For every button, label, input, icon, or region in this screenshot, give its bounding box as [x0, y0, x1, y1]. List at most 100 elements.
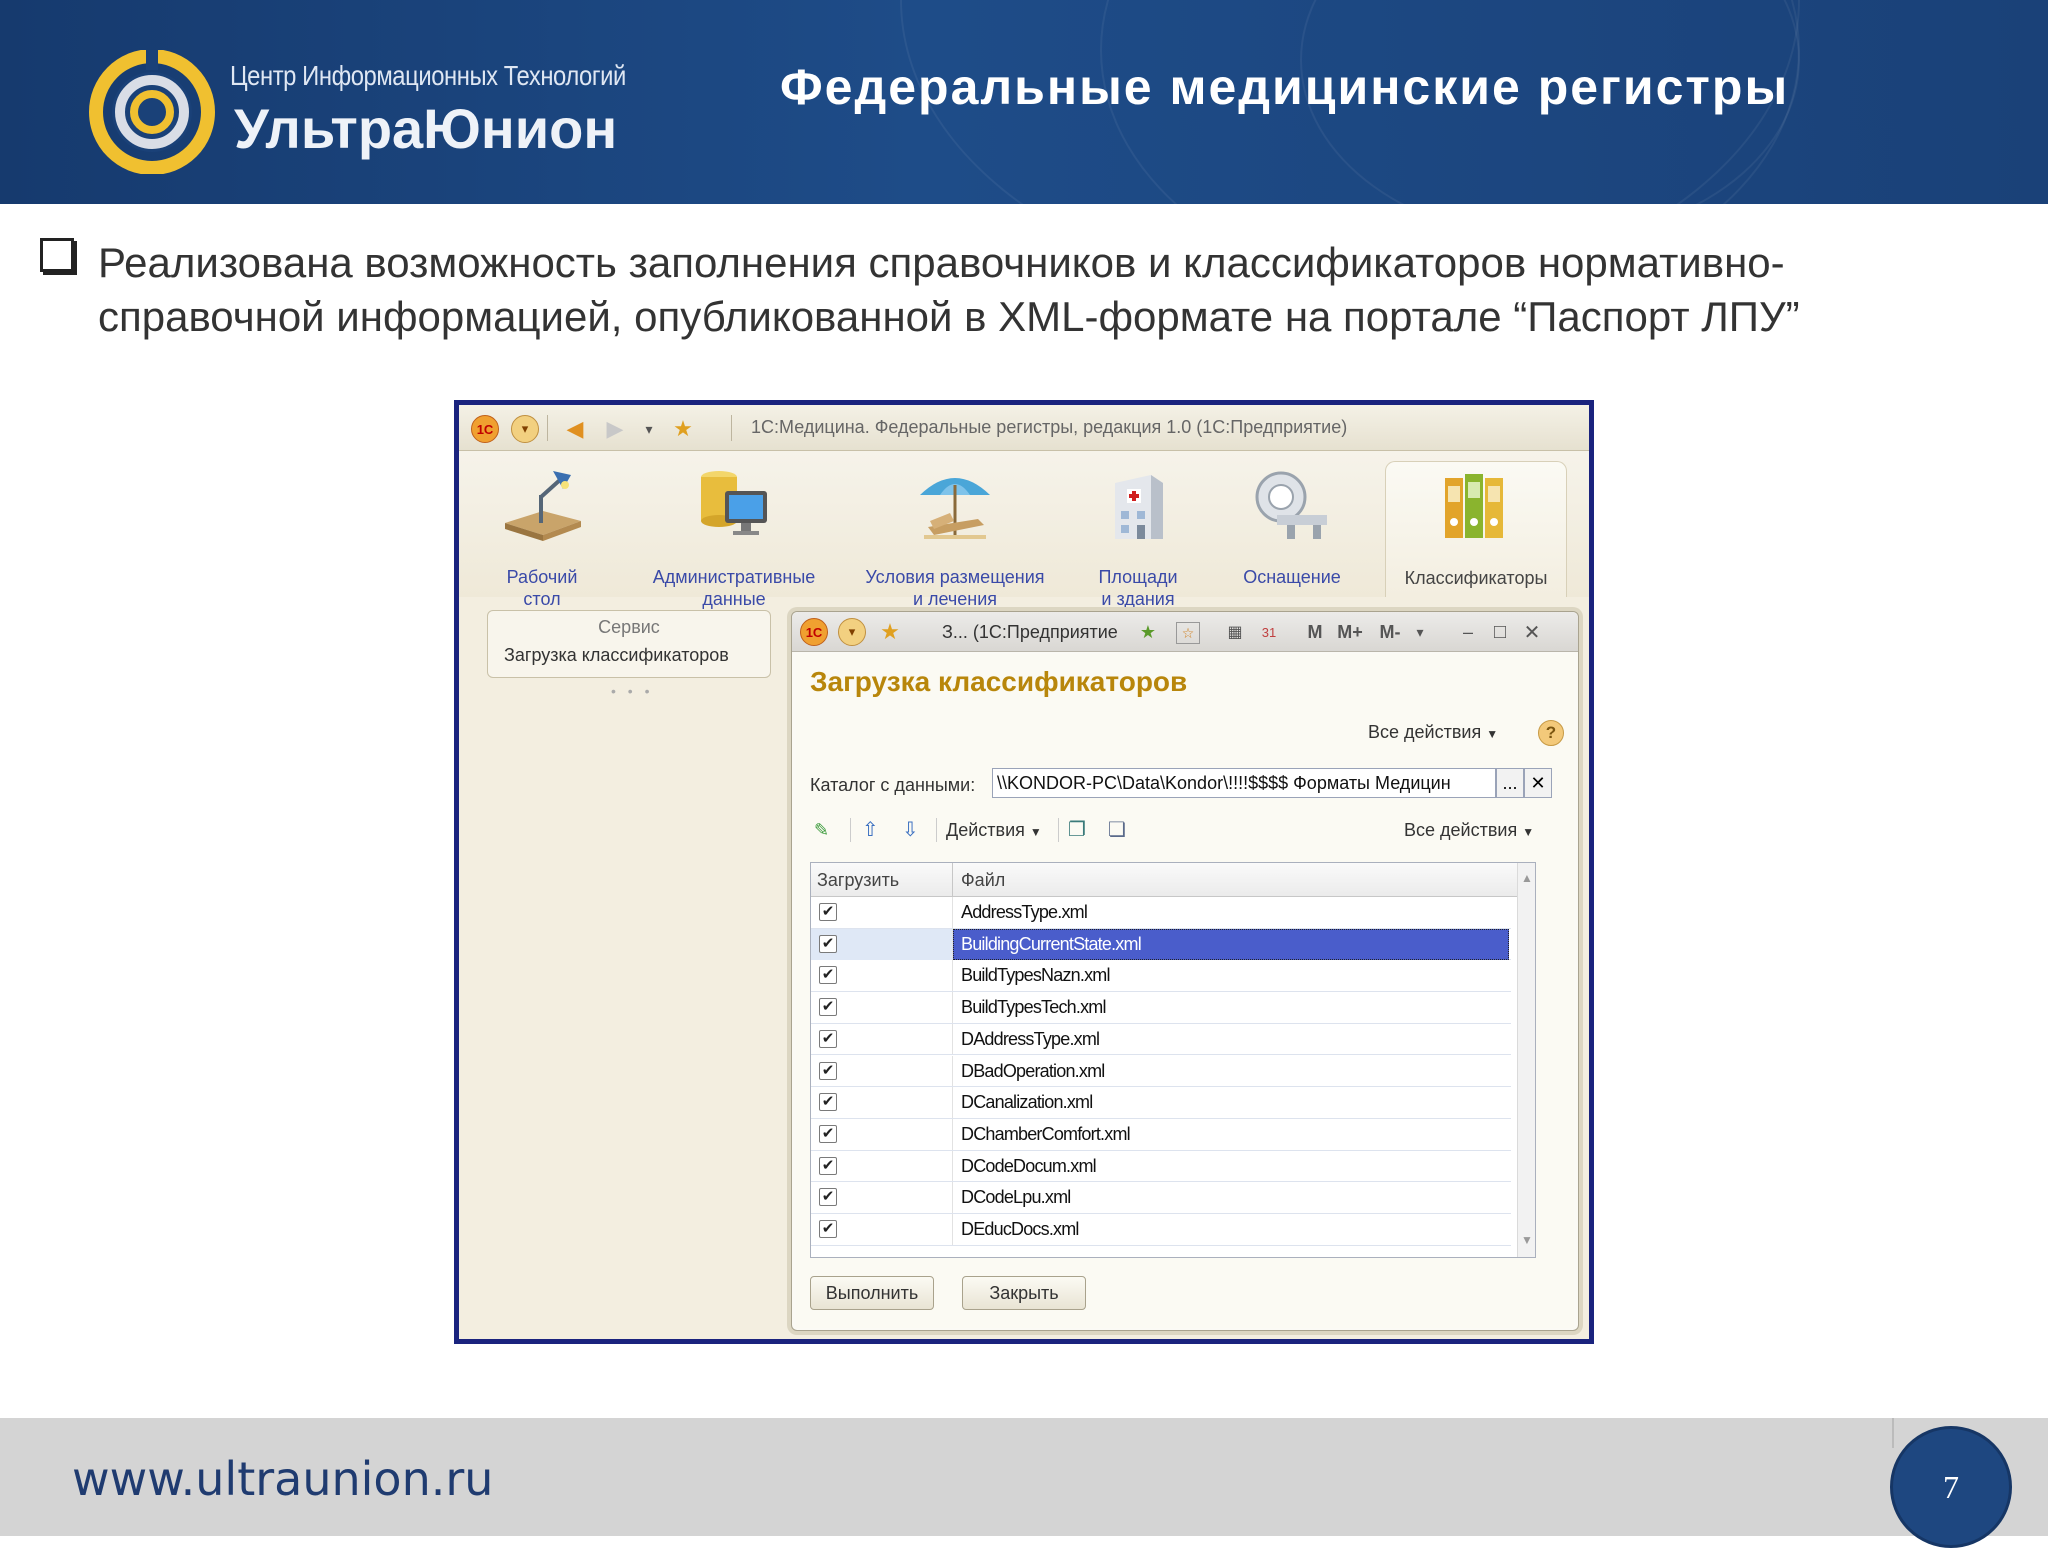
execute-button[interactable]: Выполнить — [810, 1276, 934, 1310]
uncheck-all-icon[interactable]: ❏ — [1108, 816, 1134, 844]
form-title: Загрузка классификаторов — [810, 666, 1188, 697]
favorites-star-icon[interactable]: ★ — [669, 415, 697, 443]
file-name-cell: DAddressType.xml — [961, 1028, 1100, 1049]
move-down-icon[interactable]: ⇩ — [902, 816, 926, 844]
table-row[interactable]: ✔ BuildTypesNazn.xml — [811, 960, 1511, 993]
load-checkbox[interactable]: ✔ — [819, 1029, 837, 1048]
nav-load-classifiers[interactable]: Загрузка классификаторов — [504, 645, 729, 666]
back-arrow-icon[interactable]: ◀ — [561, 415, 589, 443]
table-row[interactable]: ✔ DCodeLpu.xml — [811, 1182, 1511, 1214]
section-admin-data[interactable]: Административные данные — [641, 461, 827, 609]
table-row[interactable]: ✔ DCodeDocum.xml — [811, 1150, 1511, 1183]
browse-button[interactable]: ... — [1496, 768, 1524, 798]
memory-minus-button[interactable]: M- — [1374, 618, 1406, 646]
table-scrollbar[interactable]: ▲ ▼ — [1517, 863, 1535, 1257]
calculator-icon[interactable]: ▦ — [1222, 618, 1248, 646]
service-panel-header: Сервис — [598, 617, 660, 637]
section-classifiers[interactable]: Классификаторы — [1385, 461, 1567, 597]
chevron-down-icon: ▼ — [1029, 825, 1042, 839]
load-checkbox[interactable]: ✔ — [819, 1093, 837, 1112]
section-label: Площади и здания — [1098, 567, 1178, 609]
maximize-icon[interactable]: □ — [1488, 618, 1512, 646]
clear-button[interactable]: ✕ — [1524, 768, 1552, 798]
load-checkbox[interactable]: ✔ — [819, 1188, 837, 1207]
panel-splitter[interactable]: • • • — [611, 683, 653, 699]
load-checkbox[interactable]: ✔ — [819, 1124, 837, 1143]
minimize-icon[interactable]: – — [1456, 618, 1480, 646]
section-desktop[interactable]: Рабочий стол — [487, 461, 597, 609]
load-checkbox[interactable]: ✔ — [819, 903, 837, 921]
toolbar-separator — [1058, 818, 1059, 842]
app-title: 1С:Медицина. Федеральные регистры, редак… — [751, 417, 1348, 437]
table-row[interactable]: ✔ DCanalization.xml — [811, 1087, 1511, 1119]
cell-separator — [952, 928, 953, 960]
form-window: 1С ▾ ★ З... (1С:Предприятие ★ ☆ ▦ 31 M M… — [791, 611, 1579, 1331]
section-label: Условия размещения и лечения — [865, 567, 1045, 609]
scroll-up-icon[interactable]: ▲ — [1521, 871, 1533, 885]
check-all-icon[interactable]: ❐ — [1068, 816, 1094, 844]
table-row[interactable]: ✔ DBadOperation.xml — [811, 1055, 1511, 1088]
section-equipment[interactable]: Оснащение — [1229, 461, 1355, 597]
chevron-down-icon: ▼ — [1522, 825, 1535, 839]
load-classifiers-form: Загрузка классификаторов Все действия ▼ … — [796, 654, 1574, 1328]
load-checkbox[interactable]: ✔ — [819, 998, 837, 1017]
1c-logo-icon[interactable]: 1С — [471, 415, 499, 443]
scroll-down-icon[interactable]: ▼ — [1521, 1233, 1533, 1247]
cell-separator — [952, 897, 953, 928]
actions-menu[interactable]: Действия ▼ — [946, 816, 1042, 844]
cell-separator — [952, 1150, 953, 1182]
load-checkbox[interactable]: ✔ — [819, 1061, 837, 1080]
file-name-cell: DChamberComfort.xml — [961, 1123, 1131, 1144]
cell-separator — [952, 1214, 953, 1245]
slide-title: Федеральные медицинские регистры — [780, 59, 1790, 115]
table-row[interactable]: ✔ DChamberComfort.xml — [811, 1118, 1511, 1151]
footer-url[interactable]: www.ultraunion.ru — [72, 1452, 493, 1506]
table-row[interactable]: ✔ DAddressType.xml — [811, 1023, 1511, 1056]
toolbar-dropdown-icon[interactable]: ▾ — [1412, 618, 1428, 646]
table-row[interactable]: ✔ BuildingCurrentState.xml — [811, 928, 1511, 961]
all-actions-menu[interactable]: Все действия ▼ — [1368, 722, 1498, 743]
close-icon[interactable]: ✕ — [1520, 618, 1544, 646]
table-all-actions-menu[interactable]: Все действия ▼ — [1404, 816, 1534, 844]
move-up-icon[interactable]: ⇧ — [862, 816, 886, 844]
favorites-star-icon[interactable]: ★ — [876, 618, 904, 646]
help-icon[interactable]: ? — [1538, 720, 1564, 746]
load-checkbox[interactable]: ✔ — [819, 934, 837, 953]
forward-arrow-icon[interactable]: ▶ — [601, 415, 629, 443]
toolbar-separator — [936, 818, 937, 842]
history-dropdown-icon[interactable]: ▾ — [635, 415, 663, 443]
binders-icon — [1445, 474, 1503, 538]
file-name-cell: BuildTypesNazn.xml — [961, 965, 1110, 986]
catalog-path-input[interactable]: \\KONDOR-PC\Data\Kondor\!!!!$$$$ Форматы… — [992, 768, 1496, 798]
memory-plus-button[interactable]: M+ — [1334, 618, 1366, 646]
menu-dropdown-icon[interactable]: ▾ — [511, 415, 539, 443]
bookmark-icon[interactable]: ☆ — [1176, 622, 1200, 644]
cell-separator — [952, 1118, 953, 1150]
menu-dropdown-icon[interactable]: ▾ — [838, 618, 866, 646]
close-button[interactable]: Закрыть — [962, 1276, 1086, 1310]
add-favorite-icon[interactable]: ★ — [1134, 618, 1162, 646]
section-label: Административные данные — [652, 567, 816, 609]
cell-separator — [952, 1182, 953, 1213]
section-panel: Рабочий стол Административные данные Усл… — [459, 451, 1589, 609]
column-header-load[interactable]: Загрузить — [817, 870, 899, 891]
table-row[interactable]: ✔ AddressType.xml — [811, 897, 1511, 929]
desk-lamp-icon — [505, 471, 581, 541]
section-conditions[interactable]: Условия размещения и лечения — [849, 461, 1061, 609]
all-actions-label: Все действия — [1368, 722, 1482, 742]
edit-pencil-icon[interactable]: ✎ — [814, 816, 838, 844]
load-checkbox[interactable]: ✔ — [819, 966, 837, 985]
memory-button[interactable]: M — [1304, 618, 1326, 646]
form-titlebar: 1С ▾ ★ З... (1С:Предприятие ★ ☆ ▦ 31 M M… — [792, 612, 1578, 652]
load-checkbox[interactable]: ✔ — [819, 1220, 837, 1238]
table-row[interactable]: ✔ BuildTypesTech.xml — [811, 992, 1511, 1024]
load-checkbox[interactable]: ✔ — [819, 1156, 837, 1175]
calendar-icon[interactable]: 31 — [1256, 618, 1282, 646]
logo-wordmark: УльтраЮнион — [234, 97, 618, 160]
1c-logo-icon[interactable]: 1С — [800, 618, 828, 646]
section-buildings[interactable]: Площади и здания — [1083, 461, 1193, 609]
table-row[interactable]: ✔ DEducDocs.xml — [811, 1214, 1511, 1246]
table-toolbar: ✎ ⇧ ⇩ Действия ▼ ❐ ❏ Все действия ▼ — [810, 814, 1570, 846]
bullet-text: Реализована возможность заполнения справ… — [98, 239, 1800, 340]
column-header-file[interactable]: Файл — [961, 870, 1005, 891]
